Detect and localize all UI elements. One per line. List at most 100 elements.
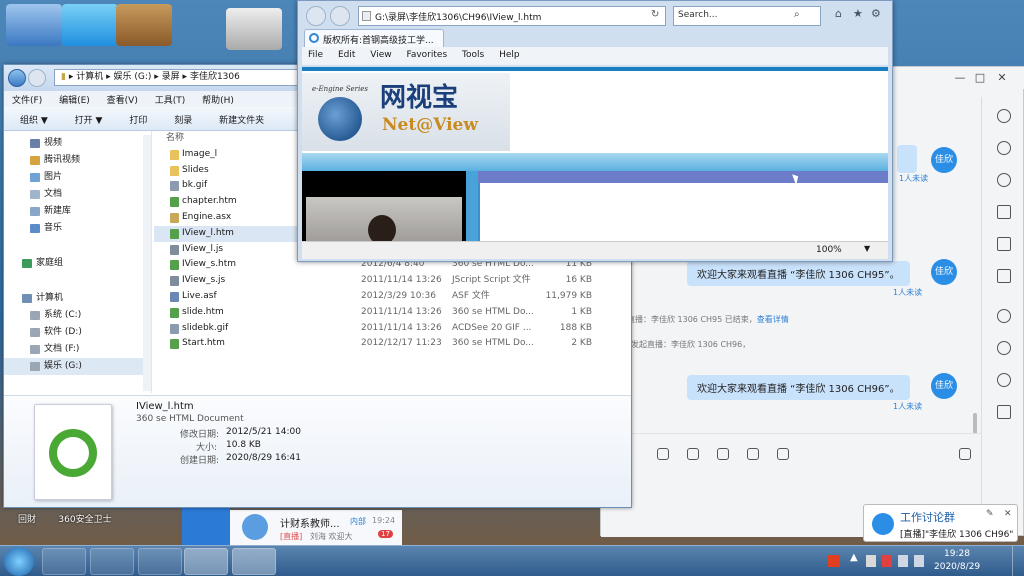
- maximize-icon[interactable]: □: [973, 71, 987, 85]
- column-name-header[interactable]: 名称: [166, 131, 184, 147]
- scissors-icon[interactable]: [777, 448, 789, 460]
- menu-view[interactable]: View: [370, 50, 391, 60]
- phone-icon[interactable]: [687, 448, 699, 460]
- nav-item-drive-c[interactable]: 系统 (C:): [4, 307, 151, 324]
- search-box[interactable]: Search... ⌕: [673, 6, 821, 26]
- avatar[interactable]: 佳欣: [931, 147, 957, 173]
- read-count[interactable]: 1人未读: [893, 401, 922, 412]
- menu-help[interactable]: Help: [499, 50, 520, 60]
- camera-icon[interactable]: [997, 269, 1011, 283]
- favorites-icon[interactable]: ★: [853, 7, 863, 20]
- view-details-link[interactable]: 查看详情: [757, 315, 789, 324]
- organize-button[interactable]: 组织 ▼: [20, 116, 48, 126]
- tray-arrow-icon[interactable]: ▲: [850, 552, 858, 563]
- forward-button[interactable]: [28, 69, 46, 87]
- taskbar-explorer-icon[interactable]: [138, 548, 182, 575]
- file-row[interactable]: IView_s.js 2011/11/14 13:26 JScript Script…: [154, 273, 614, 289]
- avatar[interactable]: 佳欣: [931, 373, 957, 399]
- video-app-desktop-icon[interactable]: [62, 4, 118, 46]
- nav-item-tencent-video[interactable]: 腾讯视频: [4, 152, 151, 169]
- avatar[interactable]: 佳欣: [931, 259, 957, 285]
- home-icon[interactable]: ⌂: [835, 7, 842, 20]
- nav-item-drive-d[interactable]: 软件 (D:): [4, 324, 151, 341]
- read-count[interactable]: 1人未读: [893, 287, 922, 298]
- network-icon[interactable]: [898, 555, 908, 567]
- add-member-icon[interactable]: [997, 141, 1011, 155]
- file-row[interactable]: Start.htm 2012/12/17 11:23 360 se HTML Do.…: [154, 336, 614, 352]
- menu-file[interactable]: 文件(F): [12, 96, 42, 106]
- taskbar-qq-icon[interactable]: [90, 548, 134, 575]
- volume-icon[interactable]: [914, 555, 924, 567]
- announcement-icon[interactable]: [997, 237, 1011, 251]
- archive-desktop-icon[interactable]: [116, 4, 172, 46]
- qq-conversation-preview[interactable]: 计财系教师... 内部 19:24 [直播] 刘海 欢迎大 17: [230, 510, 402, 546]
- file-row[interactable]: Live.asf 2012/3/29 10:36 ASF 文件 11,979 KB: [154, 289, 614, 305]
- breadcrumb-item[interactable]: 李佳欣1306: [190, 72, 240, 82]
- nav-item-homegroup[interactable]: 家庭组: [4, 255, 151, 272]
- back-button[interactable]: [306, 6, 326, 26]
- folder-icon[interactable]: [997, 205, 1011, 219]
- search-icon[interactable]: ⌕: [794, 9, 800, 20]
- burn-button[interactable]: 刻录: [174, 116, 192, 126]
- zoom-dropdown-icon[interactable]: ▼: [864, 244, 870, 253]
- taskbar-app-icon[interactable]: [184, 548, 228, 575]
- file-row[interactable]: slidebk.gif 2011/11/14 13:26 ACDSee 20 GIF…: [154, 321, 614, 337]
- menu-edit[interactable]: Edit: [338, 50, 355, 60]
- taskbar-ie-window-icon[interactable]: [232, 548, 276, 575]
- menu-favorites[interactable]: Favorites: [406, 50, 447, 60]
- apps-icon[interactable]: [997, 373, 1011, 387]
- menu-help[interactable]: 帮助(H): [202, 96, 234, 106]
- history-icon[interactable]: [997, 173, 1011, 187]
- show-desktop-button[interactable]: [1012, 546, 1024, 576]
- clock-date[interactable]: 2020/8/29: [934, 562, 980, 572]
- flash-icon[interactable]: [997, 341, 1011, 355]
- browser-tab[interactable]: 版权所有:首钢高级技工学...: [304, 29, 444, 47]
- tray-icon-1[interactable]: [866, 555, 876, 567]
- breadcrumb-item[interactable]: 录屏: [162, 72, 180, 82]
- nav-item-documents[interactable]: 文档: [4, 186, 151, 203]
- group-notification[interactable]: 工作讨论群 [直播]"李佳欣 1306 CH96" ✎ ✕: [863, 504, 1018, 542]
- menu-view[interactable]: 查看(V): [107, 96, 138, 106]
- game-controller-desktop-icon[interactable]: [226, 8, 282, 50]
- file-row[interactable]: slide.htm 2011/11/14 13:26 360 se HTML Do.…: [154, 305, 614, 321]
- tray-icon-2[interactable]: [882, 555, 892, 567]
- forward-button[interactable]: [330, 6, 350, 26]
- minimize-icon[interactable]: —: [953, 71, 967, 85]
- nav-item-drive-g[interactable]: 娱乐 (G:): [4, 358, 151, 375]
- nav-item-pictures[interactable]: 图片: [4, 169, 151, 186]
- breadcrumb[interactable]: ▮ ▸ 计算机 ▸ 娱乐 (G:) ▸ 录屏 ▸ 李佳欣1306: [54, 69, 300, 86]
- new-folder-button[interactable]: 新建文件夹: [219, 116, 264, 126]
- close-icon[interactable]: ✕: [995, 71, 1009, 85]
- nav-item-drive-f[interactable]: 文档 (F:): [4, 341, 151, 358]
- nav-item-computer[interactable]: 计算机: [4, 290, 151, 307]
- menu-tools[interactable]: 工具(T): [155, 96, 186, 106]
- nav-item-new-library[interactable]: 新建库: [4, 203, 151, 220]
- call-icon[interactable]: [997, 309, 1011, 323]
- computer-desktop-icon[interactable]: [6, 4, 62, 46]
- print-button[interactable]: 打印: [129, 116, 147, 126]
- nav-item-videos[interactable]: 视频: [4, 135, 151, 152]
- open-button[interactable]: 打开 ▼: [75, 116, 103, 126]
- clock-time[interactable]: 19:28: [944, 549, 970, 559]
- menu-edit[interactable]: 编辑(E): [59, 96, 90, 106]
- refresh-icon[interactable]: [747, 448, 759, 460]
- refresh-icon[interactable]: ↻: [651, 9, 659, 20]
- live-icon[interactable]: [717, 448, 729, 460]
- read-count[interactable]: 1人未读: [899, 173, 928, 184]
- start-button[interactable]: [4, 547, 34, 576]
- input-method-icon[interactable]: [828, 555, 840, 567]
- expand-icon[interactable]: [959, 448, 971, 460]
- settings-icon[interactable]: ⚙: [871, 7, 881, 20]
- nav-item-music[interactable]: 音乐: [4, 220, 151, 237]
- breadcrumb-item[interactable]: 娱乐 (G:): [114, 72, 152, 82]
- more-icon[interactable]: [997, 109, 1011, 123]
- close-icon[interactable]: ✕: [1004, 509, 1012, 519]
- box-icon[interactable]: [997, 405, 1011, 419]
- menu-tools[interactable]: Tools: [462, 50, 484, 60]
- zoom-level[interactable]: 100%: [816, 245, 842, 255]
- file-list-scrollbar[interactable]: [143, 135, 151, 391]
- taskbar-ie-icon[interactable]: [42, 548, 86, 575]
- breadcrumb-item[interactable]: 计算机: [76, 72, 103, 82]
- pin-icon[interactable]: ✎: [986, 509, 994, 519]
- lightning-icon[interactable]: [657, 448, 669, 460]
